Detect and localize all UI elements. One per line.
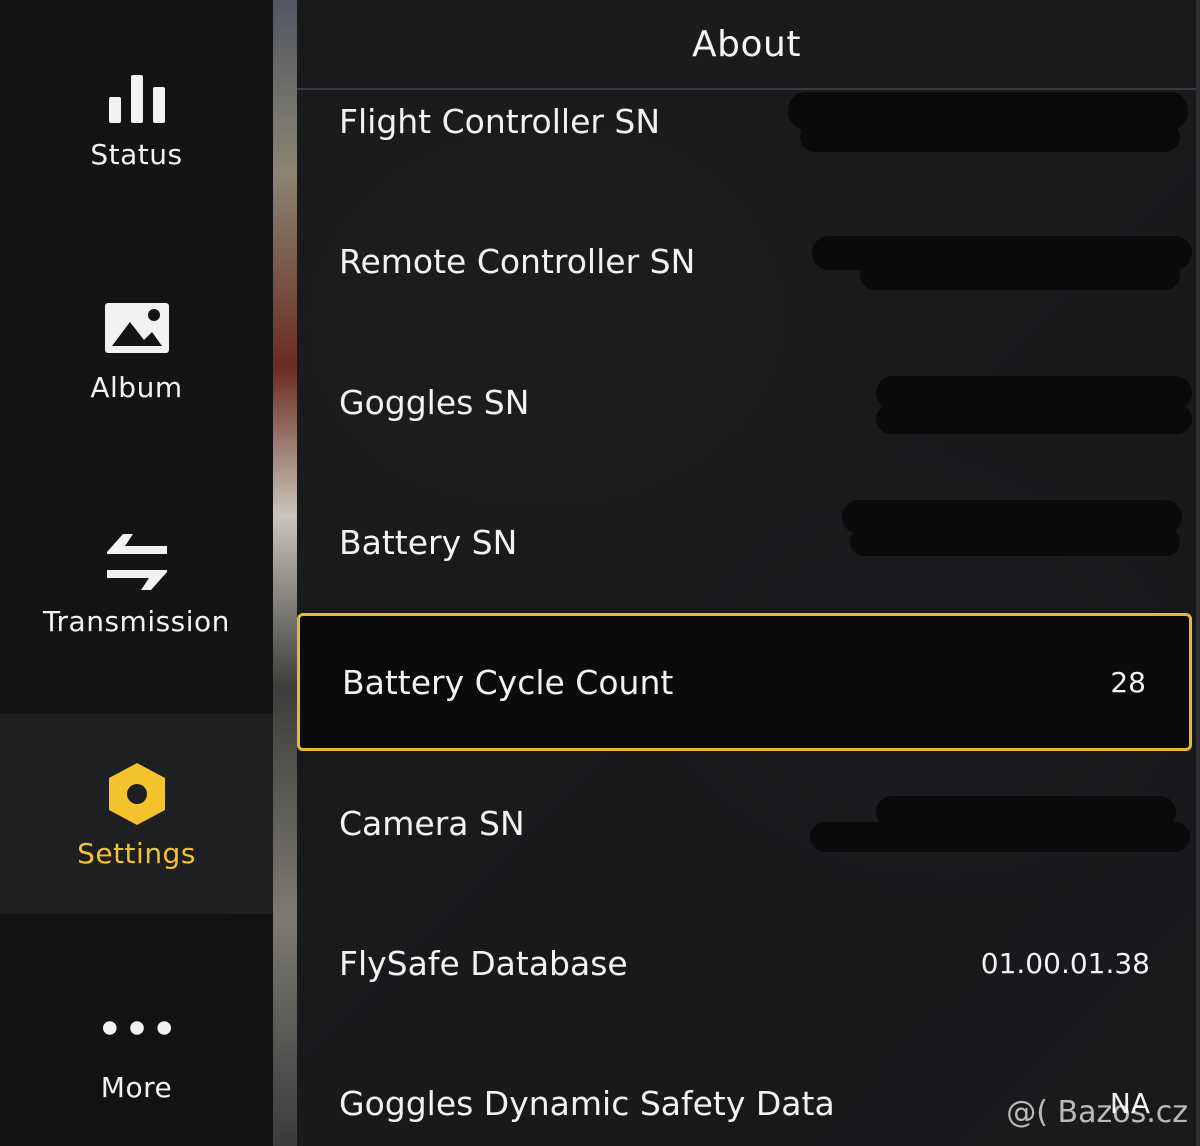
redaction-mark	[860, 260, 1180, 290]
sidebar-item-label: Album	[90, 370, 183, 404]
row-value: 28	[1110, 665, 1146, 699]
row-value: 01.00.01.38	[980, 946, 1150, 980]
swap-arrows-icon	[102, 527, 172, 597]
watermark: @( Bazos.cz	[1006, 1095, 1188, 1130]
row-label: Flight Controller SN	[339, 101, 661, 141]
more-dots-icon	[102, 993, 172, 1063]
redaction-mark	[800, 122, 1180, 152]
sidebar-item-settings[interactable]: Settings	[0, 714, 273, 914]
sidebar-item-label: Transmission	[43, 604, 230, 638]
sidebar-item-album[interactable]: Album	[0, 248, 273, 448]
sidebar-item-status[interactable]: Status	[0, 15, 273, 215]
row-label: Battery SN	[339, 522, 518, 562]
panel-edge	[1196, 0, 1200, 1146]
sidebar-item-transmission[interactable]: Transmission	[0, 482, 273, 682]
sidebar: Status Album Transmission Settings More	[0, 0, 273, 1146]
sidebar-item-label: Status	[90, 137, 183, 171]
bar-chart-icon	[102, 60, 172, 130]
sidebar-item-more[interactable]: More	[0, 948, 273, 1146]
hexagon-gear-icon	[102, 759, 172, 829]
sidebar-item-label: More	[100, 1070, 173, 1104]
row-label: Remote Controller SN	[339, 241, 696, 281]
about-panel: About Flight Controller SN Remote Contro…	[297, 0, 1196, 1146]
row-label: Goggles SN	[339, 382, 530, 422]
image-icon	[102, 293, 172, 363]
row-label: Goggles Dynamic Safety Data	[339, 1083, 835, 1123]
redaction-mark	[810, 822, 1190, 852]
redaction-mark	[876, 404, 1192, 434]
list-item-battery-cycle-count[interactable]: Battery Cycle Count 28	[297, 613, 1192, 751]
goggles-screen: Status Album Transmission Settings More …	[0, 0, 1200, 1146]
row-label: FlySafe Database	[339, 943, 628, 983]
row-label: Battery Cycle Count	[342, 662, 674, 702]
background-strip	[273, 0, 297, 1146]
redaction-mark	[850, 528, 1180, 556]
list-item-flysafe-database[interactable]: FlySafe Database 01.00.01.38	[297, 894, 1196, 1032]
sidebar-item-label: Settings	[77, 836, 196, 870]
row-label: Camera SN	[339, 803, 525, 843]
